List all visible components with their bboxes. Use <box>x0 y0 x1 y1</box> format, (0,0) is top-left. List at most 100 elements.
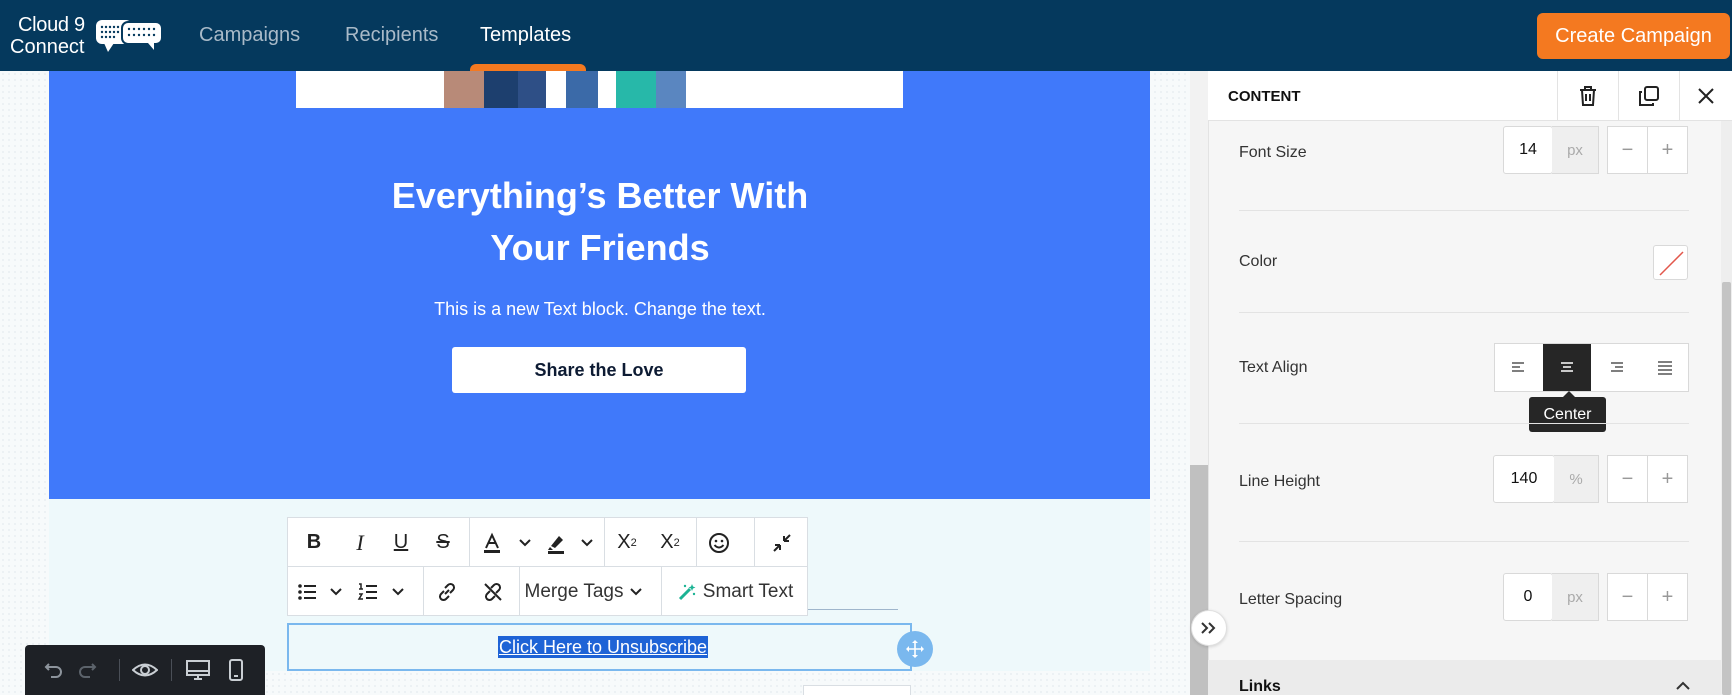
redo-icon[interactable] <box>74 657 100 683</box>
create-campaign-button[interactable]: Create Campaign <box>1537 13 1730 59</box>
desktop-view-icon[interactable] <box>185 657 211 683</box>
italic-icon[interactable]: I <box>340 518 380 567</box>
image-stripe <box>444 71 484 108</box>
line-height-decrease-button[interactable]: − <box>1607 455 1648 503</box>
font-size-input[interactable]: 14 <box>1503 126 1553 174</box>
emoji-icon[interactable] <box>697 518 741 567</box>
hero-image[interactable] <box>296 71 903 108</box>
letter-spacing-label: Letter Spacing <box>1239 591 1343 608</box>
property-divider <box>1239 210 1689 211</box>
letter-spacing-increase-button[interactable]: + <box>1647 573 1688 621</box>
text-color-icon[interactable] <box>470 518 514 567</box>
chevron-up-icon[interactable] <box>1675 681 1691 691</box>
mobile-view-icon[interactable] <box>223 657 249 683</box>
merge-tags-label: Merge Tags <box>524 580 624 602</box>
toolbar-row-1: B I U S X2 X2 <box>288 518 807 567</box>
delete-trash-icon[interactable] <box>1557 71 1618 121</box>
image-stripe <box>566 71 598 108</box>
editor-bottom-toolbar <box>25 645 265 695</box>
align-center-icon[interactable] <box>1543 344 1591 391</box>
cloud9-connect-logo[interactable]: Cloud 9 Connect <box>10 12 165 60</box>
strikethrough-icon[interactable]: S <box>422 518 464 567</box>
logo-text-line2: Connect <box>10 36 85 58</box>
font-size-decrease-button[interactable]: − <box>1607 126 1648 174</box>
duplicate-icon[interactable] <box>1618 71 1679 121</box>
chevron-down-icon[interactable] <box>388 567 408 616</box>
close-icon[interactable] <box>1679 71 1732 121</box>
align-tooltip: Center <box>1529 391 1606 432</box>
line-height-increase-button[interactable]: + <box>1647 455 1688 503</box>
text-align-label: Text Align <box>1239 359 1308 376</box>
move-handle-icon[interactable] <box>897 631 933 667</box>
subscript-icon[interactable]: X2 <box>649 518 691 567</box>
link-icon[interactable] <box>424 567 470 616</box>
chevron-down-icon <box>630 587 643 595</box>
nav-recipients[interactable]: Recipients <box>345 24 438 47</box>
block-tab[interactable] <box>803 685 911 695</box>
image-stripe <box>484 71 518 108</box>
letter-spacing-input[interactable]: 0 <box>1503 573 1553 621</box>
align-left-icon[interactable] <box>1495 344 1543 391</box>
nav-templates[interactable]: Templates <box>480 24 571 47</box>
chevron-down-icon[interactable] <box>576 518 598 567</box>
toolbar-row-2: Merge Tags Smart Text <box>288 567 807 616</box>
font-size-increase-button[interactable]: + <box>1647 126 1688 174</box>
chevron-down-icon[interactable] <box>326 567 346 616</box>
logo-text-line1: Cloud 9 <box>18 14 85 36</box>
letter-spacing-decrease-button[interactable]: − <box>1607 573 1648 621</box>
color-picker-swatch[interactable] <box>1653 245 1688 280</box>
panel-scrollbar-thumb[interactable] <box>1722 282 1731 695</box>
headline-line-1: Everything’s Better With <box>391 175 809 216</box>
numbered-list-icon[interactable] <box>348 567 388 616</box>
property-divider <box>1239 423 1689 424</box>
bold-icon[interactable]: B <box>288 518 340 567</box>
toolbar-divider <box>119 659 120 681</box>
line-height-label: Line Height <box>1239 473 1320 490</box>
line-height-unit: % <box>1554 455 1599 503</box>
canvas-scrollbar-thumb[interactable] <box>1190 465 1208 695</box>
merge-tags-dropdown[interactable]: Merge Tags <box>520 567 648 616</box>
undo-icon[interactable] <box>41 657 67 683</box>
align-justify-icon[interactable] <box>1641 344 1689 391</box>
double-chevron-right-icon <box>1201 622 1216 634</box>
preview-eye-icon[interactable] <box>132 657 158 683</box>
collapse-toolbar-icon[interactable] <box>755 518 809 567</box>
text-format-toolbar: B I U S X2 X2 Merge Tags Smart Text <box>287 517 808 616</box>
share-the-love-button[interactable]: Share the Love <box>452 347 746 393</box>
image-stripe <box>656 71 686 108</box>
links-section-label: Links <box>1239 678 1281 695</box>
unlink-icon[interactable] <box>470 567 516 616</box>
active-tab-indicator <box>470 64 586 71</box>
smart-text-label: Smart Text <box>702 580 794 602</box>
image-stripe <box>546 71 566 108</box>
color-label: Color <box>1239 253 1278 270</box>
highlight-color-icon[interactable] <box>536 518 576 567</box>
nav-campaigns[interactable]: Campaigns <box>199 24 300 47</box>
image-stripe <box>518 71 546 108</box>
email-hero-section[interactable] <box>49 71 1150 499</box>
line-height-input[interactable]: 140 <box>1493 455 1555 503</box>
chevron-down-icon[interactable] <box>514 518 536 567</box>
smart-text-button[interactable]: Smart Text <box>662 567 808 616</box>
toolbar-divider <box>171 659 172 681</box>
image-stripe <box>616 71 656 108</box>
letter-spacing-unit: px <box>1552 573 1599 621</box>
font-size-label: Font Size <box>1239 144 1307 161</box>
underline-icon[interactable]: U <box>380 518 422 567</box>
text-align-group <box>1494 343 1689 392</box>
chat-bubbles-icon <box>96 20 163 52</box>
property-divider <box>1239 541 1689 542</box>
email-headline[interactable]: Everything’s Better With Your Friends <box>350 170 850 274</box>
email-body-text[interactable]: This is a new Text block. Change the tex… <box>350 299 850 320</box>
superscript-icon[interactable]: X2 <box>605 518 649 567</box>
bullet-list-icon[interactable] <box>288 567 326 616</box>
align-right-icon[interactable] <box>1592 344 1640 391</box>
property-divider <box>1239 312 1689 313</box>
links-section-header[interactable] <box>1208 660 1721 695</box>
unsubscribe-link[interactable]: Click Here to Unsubscribe <box>498 636 709 658</box>
collapse-panel-button[interactable] <box>1191 610 1227 646</box>
magic-wand-icon <box>678 583 696 600</box>
image-stripe <box>598 71 616 108</box>
font-size-unit: px <box>1552 126 1599 174</box>
headline-line-2: Your Friends <box>490 227 710 268</box>
